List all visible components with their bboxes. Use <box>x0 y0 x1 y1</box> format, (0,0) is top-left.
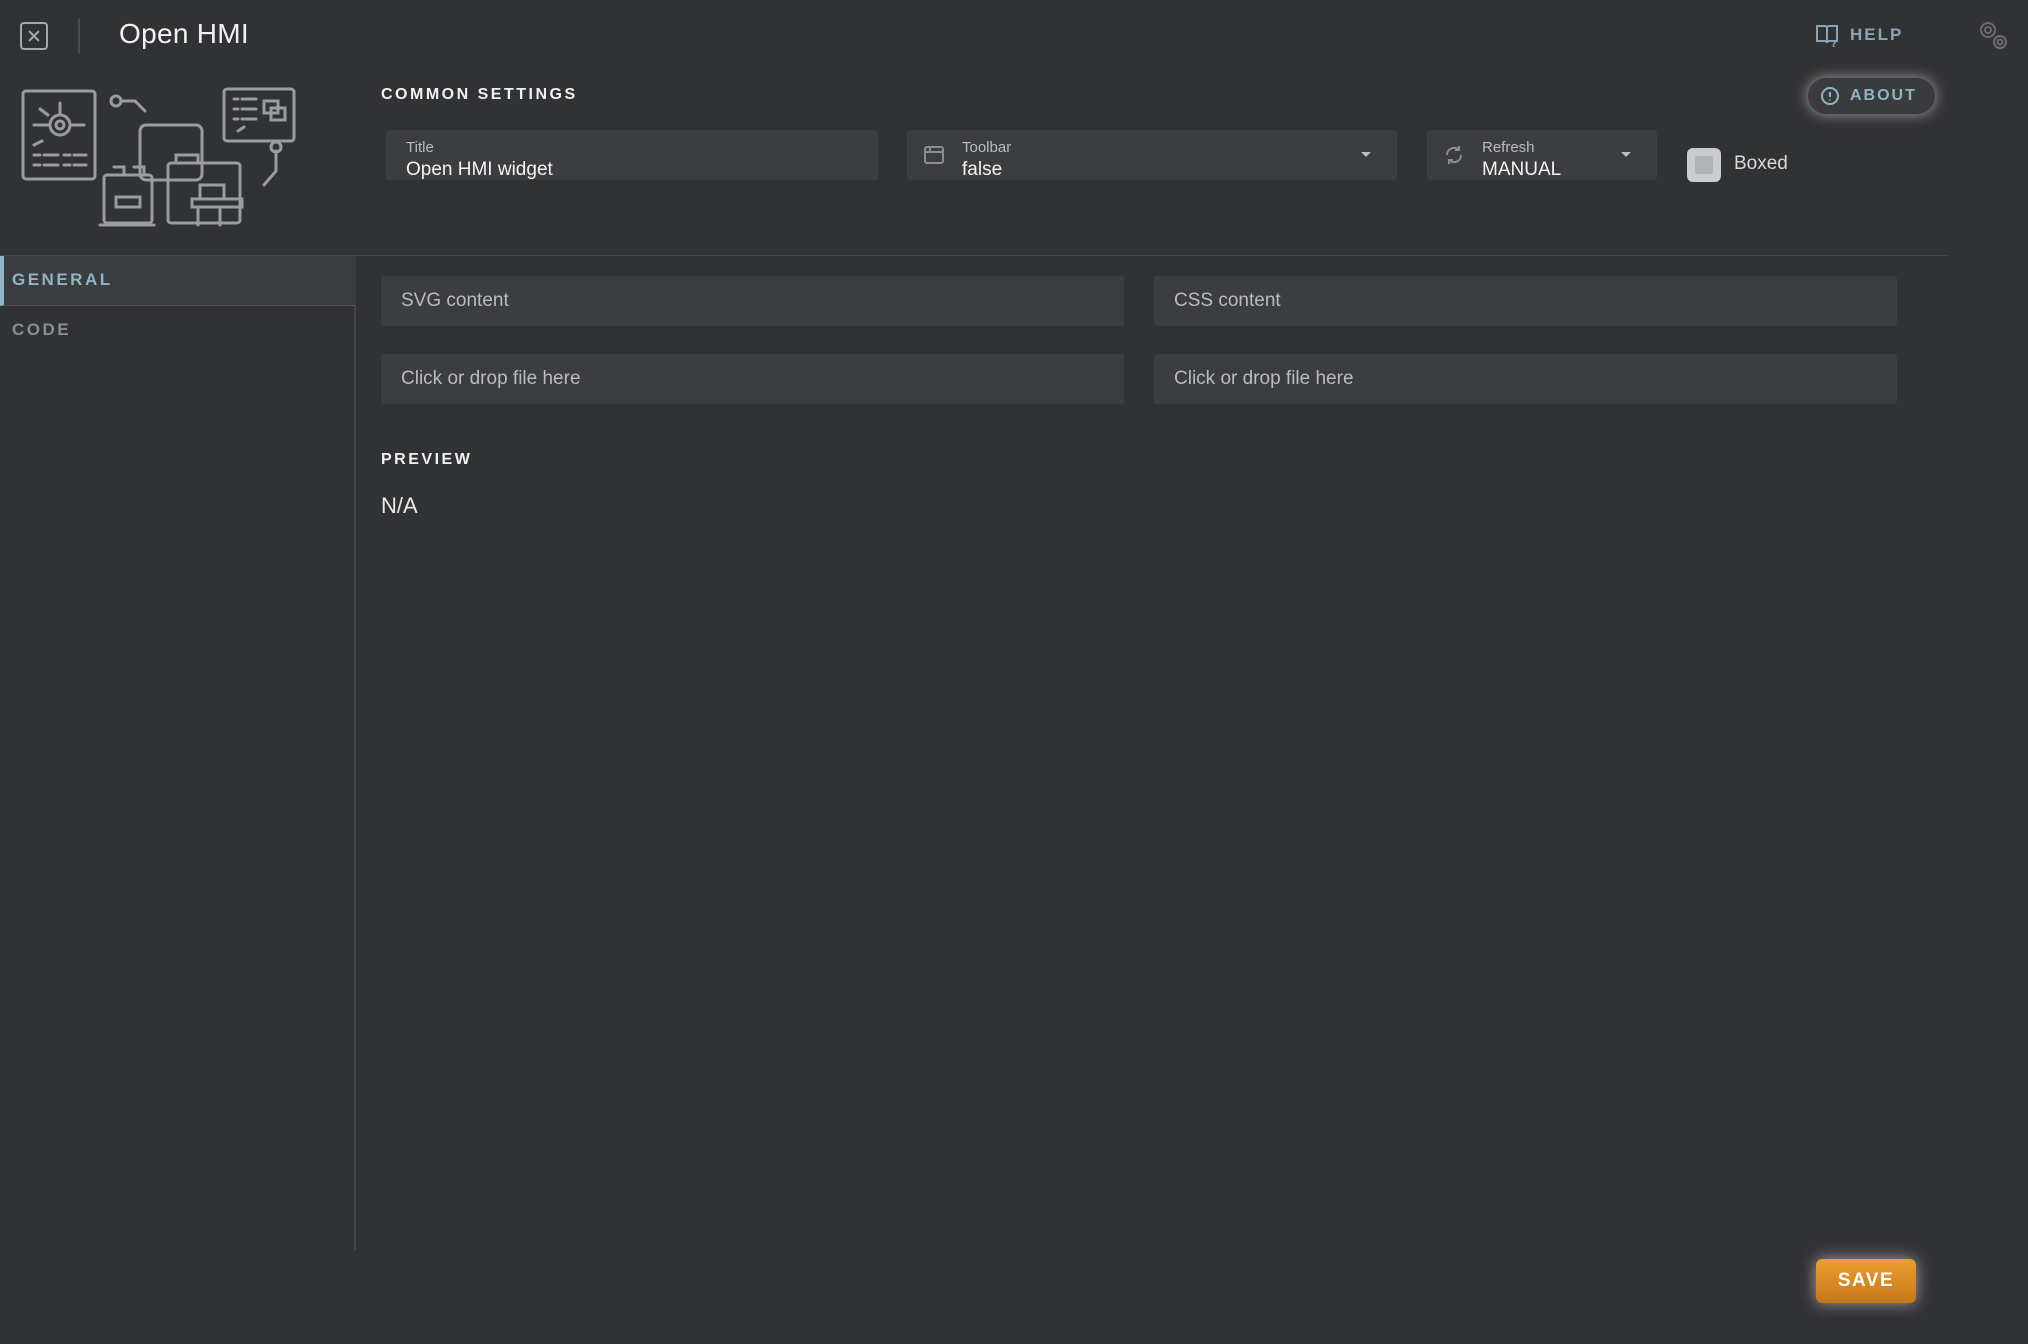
toolbar-label: Toolbar <box>962 139 1012 156</box>
svg-content-field[interactable]: SVG content <box>381 276 1124 326</box>
refresh-select[interactable]: Refresh MANUAL <box>1427 130 1657 180</box>
css-file-dropzone[interactable]: Click or drop file here <box>1154 354 1897 404</box>
title-field-label: Title <box>406 139 434 156</box>
refresh-label: Refresh <box>1482 139 1535 156</box>
boxed-checkbox[interactable] <box>1687 148 1721 182</box>
chevron-down-icon <box>1361 152 1371 157</box>
close-icon <box>28 30 40 42</box>
help-button[interactable]: ? HELP <box>1814 22 1903 48</box>
toolbar-value: false <box>962 159 1003 180</box>
preview-value: N/A <box>381 493 418 518</box>
about-label: ABOUT <box>1850 87 1917 104</box>
tab-general[interactable]: GENERAL <box>0 256 356 306</box>
refresh-value: MANUAL <box>1482 159 1562 180</box>
svg-text:?: ? <box>1831 39 1839 48</box>
sidebar <box>0 256 356 1250</box>
css-content-field[interactable]: CSS content <box>1154 276 1897 326</box>
toolbar-icon <box>924 146 944 164</box>
book-help-icon: ? <box>1816 25 1839 48</box>
about-button[interactable]: ABOUT <box>1808 78 1935 114</box>
save-button[interactable]: SAVE <box>1816 1259 1916 1303</box>
checkbox-fill <box>1695 156 1713 174</box>
info-icon <box>1821 87 1839 105</box>
hmi-illustration <box>21 87 296 227</box>
tab-code[interactable]: CODE <box>12 320 71 340</box>
preview-title: PREVIEW <box>381 451 473 468</box>
title-field-value[interactable]: Open HMI widget <box>406 159 553 181</box>
toolbar-select[interactable]: Toolbar false <box>907 130 1397 180</box>
title-field[interactable]: Title Open HMI widget <box>386 130 878 180</box>
common-settings-title: COMMON SETTINGS <box>381 86 578 103</box>
header-divider <box>78 18 80 54</box>
gears-icon[interactable] <box>1976 18 2010 52</box>
svg-file-dropzone[interactable]: Click or drop file here <box>381 354 1124 404</box>
boxed-label: Boxed <box>1734 153 1788 174</box>
close-button[interactable] <box>20 22 48 50</box>
chevron-down-icon <box>1621 152 1631 157</box>
app-title: Open HMI <box>119 18 249 49</box>
refresh-icon <box>1445 146 1463 164</box>
help-label: HELP <box>1850 25 1904 44</box>
